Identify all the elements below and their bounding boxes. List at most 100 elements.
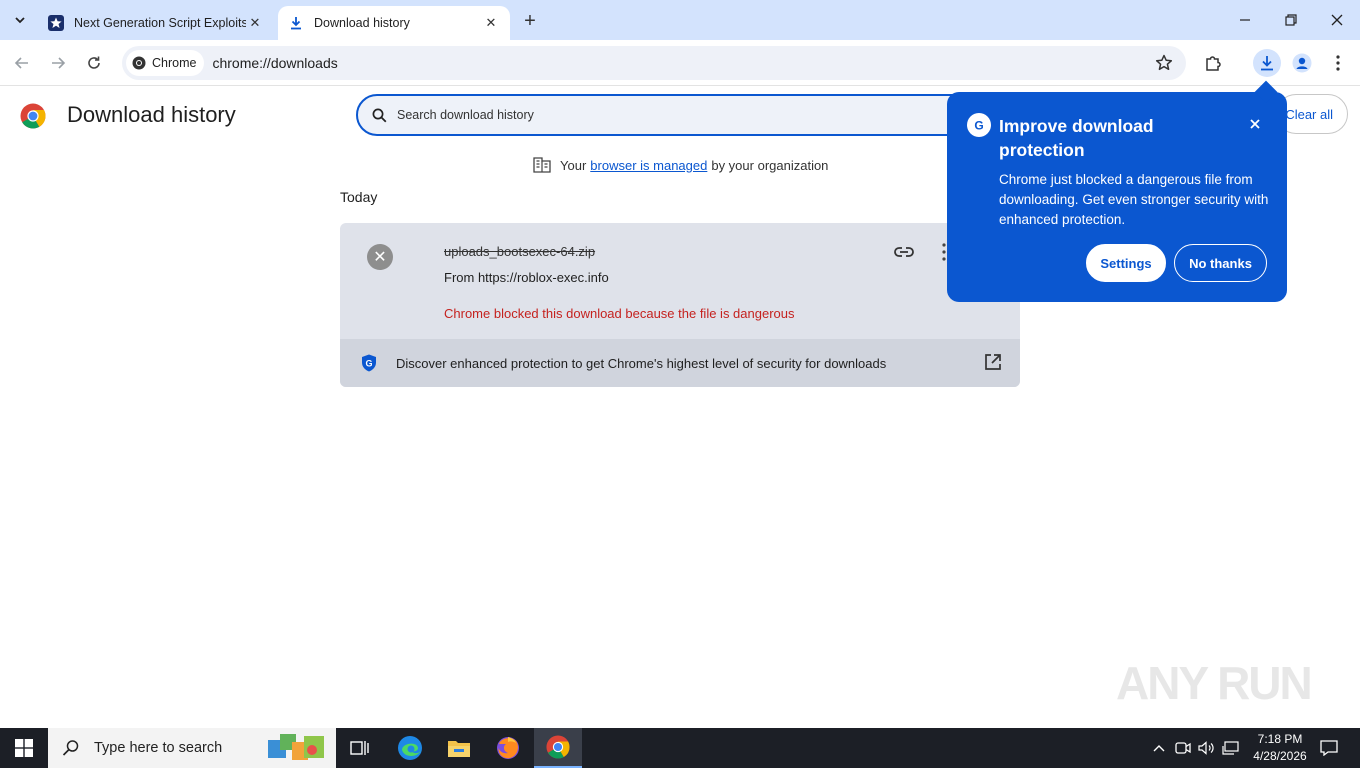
arrow-left-icon: [14, 57, 28, 69]
edge-taskbar-button[interactable]: [386, 728, 434, 768]
browser-managed-link[interactable]: browser is managed: [590, 158, 707, 173]
browser-toolbar: Chrome chrome://downloads: [0, 40, 1360, 86]
speaker-icon: [1198, 741, 1214, 755]
notification-icon: [1320, 740, 1338, 756]
managed-prefix: Your: [560, 157, 587, 173]
edge-icon: [398, 736, 422, 760]
taskbar-search-box[interactable]: Type here to search: [48, 728, 336, 768]
url-text: chrome://downloads: [212, 55, 338, 71]
extensions-button[interactable]: [1200, 50, 1226, 76]
tab-close-icon[interactable]: ✕: [482, 14, 500, 32]
reload-icon: [88, 56, 100, 69]
search-icon: [62, 740, 79, 756]
chrome-icon: [546, 735, 570, 759]
download-item-card: ✕ uploads_bootsexec-64.zip From https://…: [340, 223, 1020, 387]
link-icon: [894, 247, 914, 257]
new-tab-button[interactable]: +: [518, 9, 542, 33]
tab-search-button[interactable]: [8, 8, 32, 32]
volume-button[interactable]: [1197, 728, 1217, 768]
chevron-down-icon: [15, 17, 25, 24]
svg-text:G: G: [974, 119, 983, 133]
download-file-name[interactable]: uploads_bootsexec-64.zip: [444, 244, 595, 259]
bubble-close-button[interactable]: [1245, 114, 1265, 134]
clock-date: 4/28/2026: [1253, 749, 1307, 763]
svg-text:G: G: [365, 359, 372, 369]
search-input[interactable]: [397, 108, 897, 122]
task-view-icon: [350, 741, 369, 755]
download-blocked-status: Chrome blocked this download because the…: [444, 306, 795, 321]
site-info-chip[interactable]: Chrome: [126, 50, 205, 76]
task-view-button[interactable]: [336, 728, 384, 768]
chip-label: Chrome: [152, 56, 197, 70]
settings-button[interactable]: Settings: [1086, 244, 1166, 282]
tab-close-icon[interactable]: ✕: [246, 14, 264, 32]
profile-button[interactable]: [1289, 50, 1315, 76]
folder-icon: [448, 741, 470, 757]
address-bar[interactable]: Chrome chrome://downloads: [122, 46, 1186, 80]
back-button[interactable]: [9, 50, 35, 76]
network-button[interactable]: [1221, 728, 1241, 768]
windows-taskbar: Type here to search 7:18 PM 4/28/2026: [0, 728, 1360, 768]
restore-icon: [1285, 14, 1297, 26]
search-icon: [372, 108, 387, 122]
chrome-logo-icon: [20, 103, 46, 129]
firefox-icon: [497, 737, 519, 759]
close-icon: [1331, 14, 1343, 26]
download-favicon-icon: [288, 15, 304, 31]
shield-icon: G: [362, 354, 376, 372]
notifications-button[interactable]: [1316, 728, 1342, 768]
windows-logo-icon: [15, 739, 33, 757]
enhanced-protection-promo[interactable]: G Discover enhanced protection to get Ch…: [340, 339, 1020, 387]
chrome-taskbar-button[interactable]: [534, 728, 582, 768]
restore-button[interactable]: [1268, 0, 1314, 40]
date-section-heading: Today: [340, 189, 378, 205]
arrow-right-icon: [52, 57, 66, 69]
start-button[interactable]: [0, 728, 48, 768]
meet-now-icon: [1175, 742, 1191, 754]
taskbar-search-placeholder: Type here to search: [94, 740, 223, 756]
blocked-file-icon: ✕: [367, 244, 393, 270]
minimize-icon: [1240, 19, 1250, 21]
downloads-button[interactable]: [1253, 49, 1281, 77]
page-title: Download history: [67, 102, 236, 127]
search-highlight-art-icon: [268, 734, 324, 760]
open-in-new-icon[interactable]: [984, 353, 1002, 371]
close-icon: [1250, 119, 1260, 129]
kebab-menu-icon: [1336, 55, 1340, 71]
tab-download-history[interactable]: Download history ✕: [278, 6, 510, 40]
device-tray-button[interactable]: [1173, 728, 1193, 768]
firefox-taskbar-button[interactable]: [484, 728, 532, 768]
anyrun-watermark: ANY RUN: [1116, 657, 1313, 709]
building-icon: [533, 157, 551, 173]
tab-title: Next Generation Script Exploits: [74, 16, 246, 30]
download-source-url: From https://roblox-exec.info: [444, 270, 609, 285]
system-clock[interactable]: 7:18 PM 4/28/2026: [1250, 731, 1310, 765]
tab-title: Download history: [314, 16, 410, 30]
enhanced-protection-text: Discover enhanced protection to get Chro…: [396, 355, 887, 371]
star-favicon-icon: [48, 15, 64, 31]
chevron-up-icon: [1153, 745, 1165, 752]
reload-button[interactable]: [81, 50, 107, 76]
improve-protection-bubble: G Improve download protection Chrome jus…: [947, 92, 1287, 302]
puzzle-icon: [1206, 56, 1221, 71]
tab-next-generation-script-exploits[interactable]: Next Generation Script Exploits ✕: [38, 6, 274, 40]
forward-button[interactable]: [45, 50, 71, 76]
managed-suffix: by your organization: [711, 157, 829, 173]
copy-download-link-button[interactable]: [892, 240, 916, 264]
close-window-button[interactable]: [1314, 0, 1360, 40]
bookmark-star-icon[interactable]: [1154, 53, 1174, 73]
tab-strip: Next Generation Script Exploits ✕ Downlo…: [0, 0, 1360, 40]
managed-notice: Your browser is managed by your organiza…: [533, 157, 828, 173]
file-explorer-taskbar-button[interactable]: [435, 728, 483, 768]
clock-time: 7:18 PM: [1257, 732, 1303, 746]
search-download-history-field[interactable]: [356, 94, 976, 136]
bubble-title: Improve download protection: [999, 116, 1154, 160]
menu-button[interactable]: [1325, 50, 1351, 76]
download-item-main: ✕ uploads_bootsexec-64.zip From https://…: [340, 223, 1020, 339]
show-hidden-icons-button[interactable]: [1150, 728, 1168, 768]
avatar-icon: [1292, 53, 1312, 73]
bubble-body: Chrome just blocked a dangerous file fro…: [999, 172, 1269, 227]
network-icon: [1222, 741, 1239, 755]
no-thanks-button[interactable]: No thanks: [1174, 244, 1267, 282]
minimize-button[interactable]: [1222, 0, 1268, 40]
